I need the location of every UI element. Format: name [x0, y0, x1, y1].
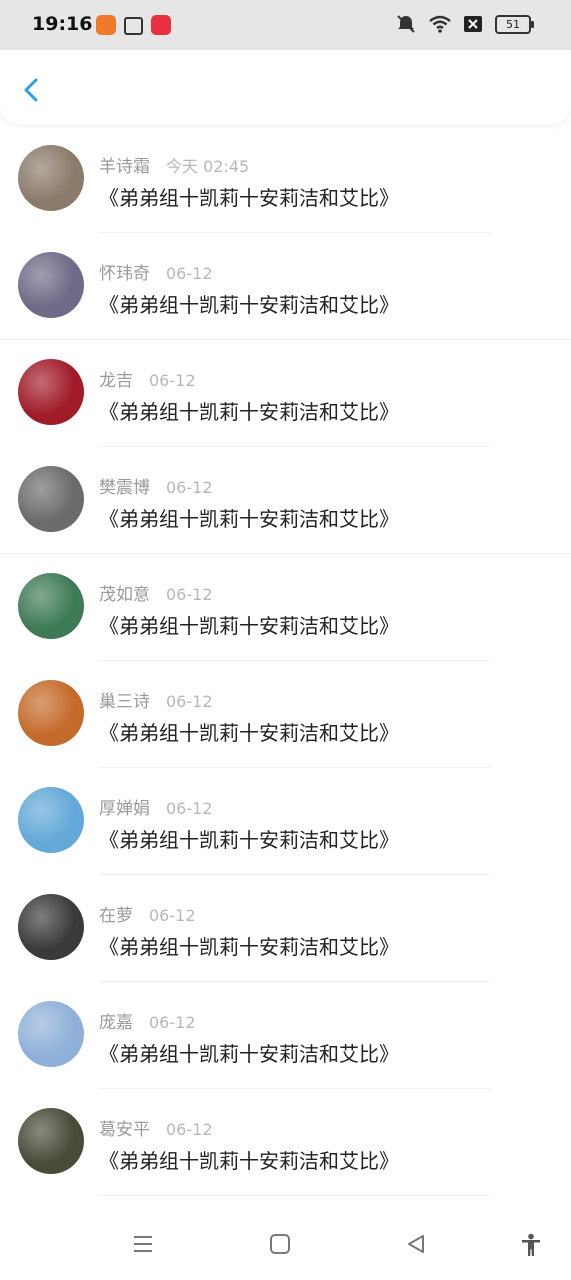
- battery-icon: 51: [495, 14, 534, 34]
- sender-name-text: 葛安平: [99, 1120, 150, 1140]
- divider: [99, 1195, 491, 1196]
- avatar[interactable]: [18, 573, 84, 639]
- sender-name: 在萝 06-12: [99, 901, 196, 926]
- back-triangle-icon[interactable]: [405, 1233, 427, 1255]
- list-item[interactable]: 茂如意 06-12 《弟弟组十凯莉十安莉洁和艾比》: [0, 554, 571, 661]
- message-time: 06-12: [166, 1120, 213, 1139]
- message-time: 06-12: [166, 585, 213, 604]
- system-nav-bar: [0, 1200, 571, 1280]
- message-preview: 《弟弟组十凯莉十安莉洁和艾比》: [99, 507, 399, 531]
- message-time: 06-12: [149, 371, 196, 390]
- list-item[interactable]: 葛安平 06-12 《弟弟组十凯莉十安莉洁和艾比》: [0, 1089, 571, 1196]
- message-time: 06-12: [166, 478, 213, 497]
- list-item[interactable]: 巢三诗 06-12 《弟弟组十凯莉十安莉洁和艾比》: [0, 661, 571, 768]
- status-indicators: 51: [395, 14, 534, 34]
- wifi-icon: [429, 15, 451, 33]
- sender-name: 怀玮奇 06-12: [99, 259, 213, 284]
- status-bar: 19:16 51: [0, 0, 571, 50]
- chevron-left-icon[interactable]: [18, 76, 46, 104]
- app2-notification-icon: [151, 15, 171, 35]
- sender-name: 巢三诗 06-12: [99, 687, 213, 712]
- message-preview: 《弟弟组十凯莉十安莉洁和艾比》: [99, 400, 399, 424]
- avatar[interactable]: [18, 359, 84, 425]
- list-item[interactable]: 樊震博 06-12 《弟弟组十凯莉十安莉洁和艾比》: [0, 447, 571, 554]
- message-preview: 《弟弟组十凯莉十安莉洁和艾比》: [99, 186, 399, 210]
- list-item[interactable]: 在萝 06-12 《弟弟组十凯莉十安莉洁和艾比》: [0, 875, 571, 982]
- sender-name-text: 茂如意: [99, 585, 150, 605]
- sender-name: 樊震博 06-12: [99, 473, 213, 498]
- list-item[interactable]: 怀玮奇 06-12 《弟弟组十凯莉十安莉洁和艾比》: [0, 233, 571, 340]
- home-icon[interactable]: [269, 1233, 291, 1255]
- message-time: 06-12: [166, 692, 213, 711]
- message-preview: 《弟弟组十凯莉十安莉洁和艾比》: [99, 1149, 399, 1173]
- sender-name-text: 巢三诗: [99, 692, 150, 712]
- battery-level: 51: [506, 17, 520, 31]
- message-time: 06-12: [166, 799, 213, 818]
- sender-name-text: 樊震博: [99, 478, 150, 498]
- sender-name-text: 羊诗霜: [99, 157, 150, 177]
- sender-name-text: 在萝: [99, 906, 133, 926]
- sender-name: 厚婵娟 06-12: [99, 794, 213, 819]
- top-app-bar: [0, 50, 571, 124]
- sender-name-text: 龙吉: [99, 371, 133, 391]
- message-preview: 《弟弟组十凯莉十安莉洁和艾比》: [99, 935, 399, 959]
- avatar[interactable]: [18, 680, 84, 746]
- app-notification-icon: [96, 15, 116, 35]
- avatar[interactable]: [18, 145, 84, 211]
- message-preview: 《弟弟组十凯莉十安莉洁和艾比》: [99, 721, 399, 745]
- list-item[interactable]: 厚婵娟 06-12 《弟弟组十凯莉十安莉洁和艾比》: [0, 768, 571, 875]
- sender-name: 庞嘉 06-12: [99, 1008, 196, 1033]
- message-preview: 《弟弟组十凯莉十安莉洁和艾比》: [99, 1042, 399, 1066]
- folder-notification-icon: [124, 17, 143, 35]
- message-time: 今天 02:45: [166, 157, 250, 176]
- avatar[interactable]: [18, 466, 84, 532]
- sender-name-text: 厚婵娟: [99, 799, 150, 819]
- list-item[interactable]: 羊诗霜 今天 02:45 《弟弟组十凯莉十安莉洁和艾比》: [0, 126, 571, 233]
- sender-name: 茂如意 06-12: [99, 580, 213, 605]
- message-time: 06-12: [166, 264, 213, 283]
- sender-name: 龙吉 06-12: [99, 366, 196, 391]
- avatar[interactable]: [18, 787, 84, 853]
- menu-icon[interactable]: [132, 1233, 154, 1255]
- message-preview: 《弟弟组十凯莉十安莉洁和艾比》: [99, 614, 399, 638]
- avatar[interactable]: [18, 894, 84, 960]
- conversation-list: 羊诗霜 今天 02:45 《弟弟组十凯莉十安莉洁和艾比》 怀玮奇 06-12 《弟弟组十凯…: [0, 126, 571, 1196]
- avatar[interactable]: [18, 1001, 84, 1067]
- message-preview: 《弟弟组十凯莉十安莉洁和艾比》: [99, 828, 399, 852]
- sender-name: 羊诗霜 今天 02:45: [99, 152, 249, 177]
- list-item[interactable]: 龙吉 06-12 《弟弟组十凯莉十安莉洁和艾比》: [0, 340, 571, 447]
- avatar[interactable]: [18, 252, 84, 318]
- sender-name: 葛安平 06-12: [99, 1115, 213, 1140]
- message-time: 06-12: [149, 906, 196, 925]
- sender-name-text: 庞嘉: [99, 1013, 133, 1033]
- list-item[interactable]: 庞嘉 06-12 《弟弟组十凯莉十安莉洁和艾比》: [0, 982, 571, 1089]
- message-preview: 《弟弟组十凯莉十安莉洁和艾比》: [99, 293, 399, 317]
- message-time: 06-12: [149, 1013, 196, 1032]
- status-time: 19:16: [32, 13, 93, 35]
- avatar[interactable]: [18, 1108, 84, 1174]
- mute-icon: [397, 15, 415, 33]
- accessibility-icon[interactable]: [519, 1233, 543, 1257]
- sender-name-text: 怀玮奇: [99, 264, 150, 284]
- sim-icon: [464, 16, 482, 32]
